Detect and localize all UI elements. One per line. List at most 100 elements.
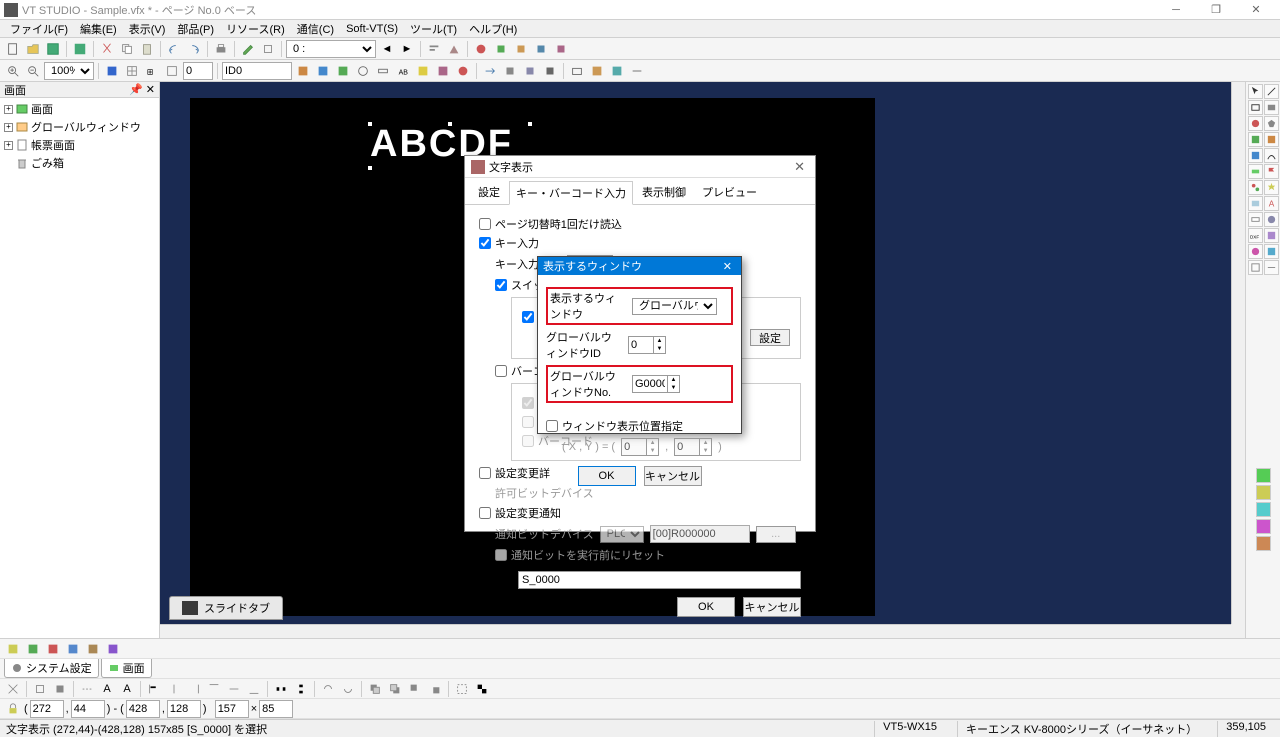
tab-key-barcode[interactable]: キー・バーコード入力 bbox=[509, 181, 633, 205]
chk-key-input[interactable]: キー入力 bbox=[479, 235, 801, 251]
lock-icon[interactable] bbox=[4, 700, 22, 718]
bt-group-icon[interactable] bbox=[453, 680, 471, 698]
cut-icon[interactable] bbox=[98, 40, 116, 58]
dlg2-cancel-button[interactable]: キャンセル bbox=[644, 466, 702, 486]
rt-part13-icon[interactable] bbox=[1264, 260, 1279, 275]
rt-part11-icon[interactable] bbox=[1264, 244, 1279, 259]
spin-window-id[interactable]: ▲▼ bbox=[628, 336, 666, 354]
sel-window[interactable]: グローバルウィンドウ bbox=[632, 298, 717, 315]
menu-resource[interactable]: リソース(R) bbox=[220, 21, 291, 37]
new-icon[interactable] bbox=[4, 40, 22, 58]
btn-set[interactable]: 設定 bbox=[750, 329, 790, 346]
dlg1-cancel-button[interactable]: キャンセル bbox=[743, 597, 801, 617]
zoomin-icon[interactable] bbox=[4, 62, 22, 80]
zoom-combo[interactable]: 100% bbox=[44, 62, 94, 80]
tb2n-icon[interactable] bbox=[568, 62, 586, 80]
tb2d-icon[interactable] bbox=[354, 62, 372, 80]
dialog1-close-icon[interactable]: ✕ bbox=[790, 159, 809, 175]
t3-icon[interactable] bbox=[512, 40, 530, 58]
tb2a-icon[interactable] bbox=[294, 62, 312, 80]
menu-comm[interactable]: 通信(C) bbox=[291, 21, 340, 37]
bt-order1-icon[interactable] bbox=[366, 680, 384, 698]
dlg1-ok-button[interactable]: OK bbox=[677, 597, 735, 617]
close-button[interactable]: ✕ bbox=[1236, 1, 1276, 19]
rt-magenta-icon[interactable] bbox=[1256, 519, 1271, 534]
rt-green-icon[interactable] bbox=[1256, 468, 1271, 483]
bt-a4-icon[interactable] bbox=[64, 640, 82, 658]
tb2l-icon[interactable] bbox=[521, 62, 539, 80]
next-icon[interactable]: ► bbox=[398, 40, 416, 58]
rt-rect-icon[interactable] bbox=[1248, 100, 1263, 115]
menu-parts[interactable]: 部品(P) bbox=[171, 21, 220, 37]
bt-dist2-icon[interactable] bbox=[292, 680, 310, 698]
scrollbar-v[interactable] bbox=[1231, 82, 1245, 624]
bt-a1-icon[interactable] bbox=[4, 640, 22, 658]
tree-view[interactable]: + 画面 + グローバルウィンドウ + 帳票画面 ごみ箱 bbox=[0, 98, 159, 638]
rt-part1-icon[interactable] bbox=[1248, 132, 1263, 147]
tab-display-ctrl[interactable]: 表示制御 bbox=[635, 180, 693, 204]
bt-c1-icon[interactable] bbox=[4, 680, 22, 698]
paste-icon[interactable] bbox=[138, 40, 156, 58]
bt-c2-icon[interactable] bbox=[31, 680, 49, 698]
pin-icon[interactable]: 📌 ✕ bbox=[129, 83, 155, 96]
rt-dxf-icon[interactable]: DXF bbox=[1248, 228, 1263, 243]
bt-align3-icon[interactable] bbox=[185, 680, 203, 698]
slide-tab[interactable]: スライドタブ bbox=[169, 596, 283, 620]
copy-icon[interactable] bbox=[118, 40, 136, 58]
dialog2-titlebar[interactable]: 表示するウィンドウ ✕ bbox=[538, 257, 741, 275]
rt-combo-icon[interactable] bbox=[1248, 212, 1263, 227]
t4-icon[interactable] bbox=[532, 40, 550, 58]
tb2f-icon[interactable]: AB bbox=[394, 62, 412, 80]
coord-e[interactable] bbox=[259, 700, 293, 718]
t1-icon[interactable] bbox=[472, 40, 490, 58]
menu-help[interactable]: ヘルプ(H) bbox=[463, 21, 523, 37]
redo-icon[interactable] bbox=[185, 40, 203, 58]
rt-star-icon[interactable] bbox=[1264, 180, 1279, 195]
rt-part3-icon[interactable] bbox=[1248, 148, 1263, 163]
scrollbar-h[interactable] bbox=[160, 624, 1231, 638]
open-icon[interactable] bbox=[24, 40, 42, 58]
menu-softvt[interactable]: Soft-VT(S) bbox=[340, 23, 404, 35]
grid-icon[interactable] bbox=[123, 62, 141, 80]
maximize-button[interactable]: ❐ bbox=[1196, 1, 1236, 19]
menu-view[interactable]: 表示(V) bbox=[123, 21, 172, 37]
edit-icon[interactable] bbox=[239, 40, 257, 58]
rt-orange-icon[interactable] bbox=[1256, 536, 1271, 551]
tb2h-icon[interactable] bbox=[434, 62, 452, 80]
tb2e-icon[interactable] bbox=[374, 62, 392, 80]
tab-system[interactable]: システム設定 bbox=[4, 659, 99, 678]
save-icon[interactable] bbox=[44, 40, 62, 58]
print-icon[interactable] bbox=[212, 40, 230, 58]
rt-part2-icon[interactable] bbox=[1264, 132, 1279, 147]
rt-circle-icon[interactable] bbox=[1248, 116, 1263, 131]
bt-align1-icon[interactable] bbox=[145, 680, 163, 698]
rt-slider-icon[interactable] bbox=[1264, 212, 1279, 227]
edit2-icon[interactable] bbox=[259, 40, 277, 58]
saveas-icon[interactable] bbox=[71, 40, 89, 58]
coord-x[interactable] bbox=[30, 700, 64, 718]
tb2q-icon[interactable] bbox=[628, 62, 646, 80]
bt-a2-icon[interactable] bbox=[24, 640, 42, 658]
t5-icon[interactable] bbox=[552, 40, 570, 58]
tree-item-trash[interactable]: ごみ箱 bbox=[2, 154, 157, 172]
bt-c3-icon[interactable] bbox=[51, 680, 69, 698]
rt-part12-icon[interactable] bbox=[1248, 260, 1263, 275]
tree-item-screen[interactable]: + 画面 bbox=[2, 100, 157, 118]
bt-order3-icon[interactable] bbox=[406, 680, 424, 698]
rt-poly-icon[interactable] bbox=[1264, 116, 1279, 131]
bt-dist1-icon[interactable] bbox=[272, 680, 290, 698]
input-label[interactable] bbox=[518, 571, 801, 589]
color-icon[interactable] bbox=[103, 62, 121, 80]
rt-fillrect-icon[interactable] bbox=[1264, 100, 1279, 115]
menu-file[interactable]: ファイル(F) bbox=[4, 21, 74, 37]
t2-icon[interactable] bbox=[492, 40, 510, 58]
bt-rot1-icon[interactable] bbox=[319, 680, 337, 698]
tb2m-icon[interactable] bbox=[541, 62, 559, 80]
tab-settings[interactable]: 設定 bbox=[471, 180, 507, 204]
tb2k-icon[interactable] bbox=[501, 62, 519, 80]
id-input[interactable] bbox=[222, 62, 292, 80]
dialog1-titlebar[interactable]: 文字表示 ✕ bbox=[465, 156, 815, 178]
chk-notice[interactable]: 設定変更通知 bbox=[479, 505, 801, 521]
bt-align6-icon[interactable] bbox=[245, 680, 263, 698]
align2-icon[interactable] bbox=[445, 40, 463, 58]
